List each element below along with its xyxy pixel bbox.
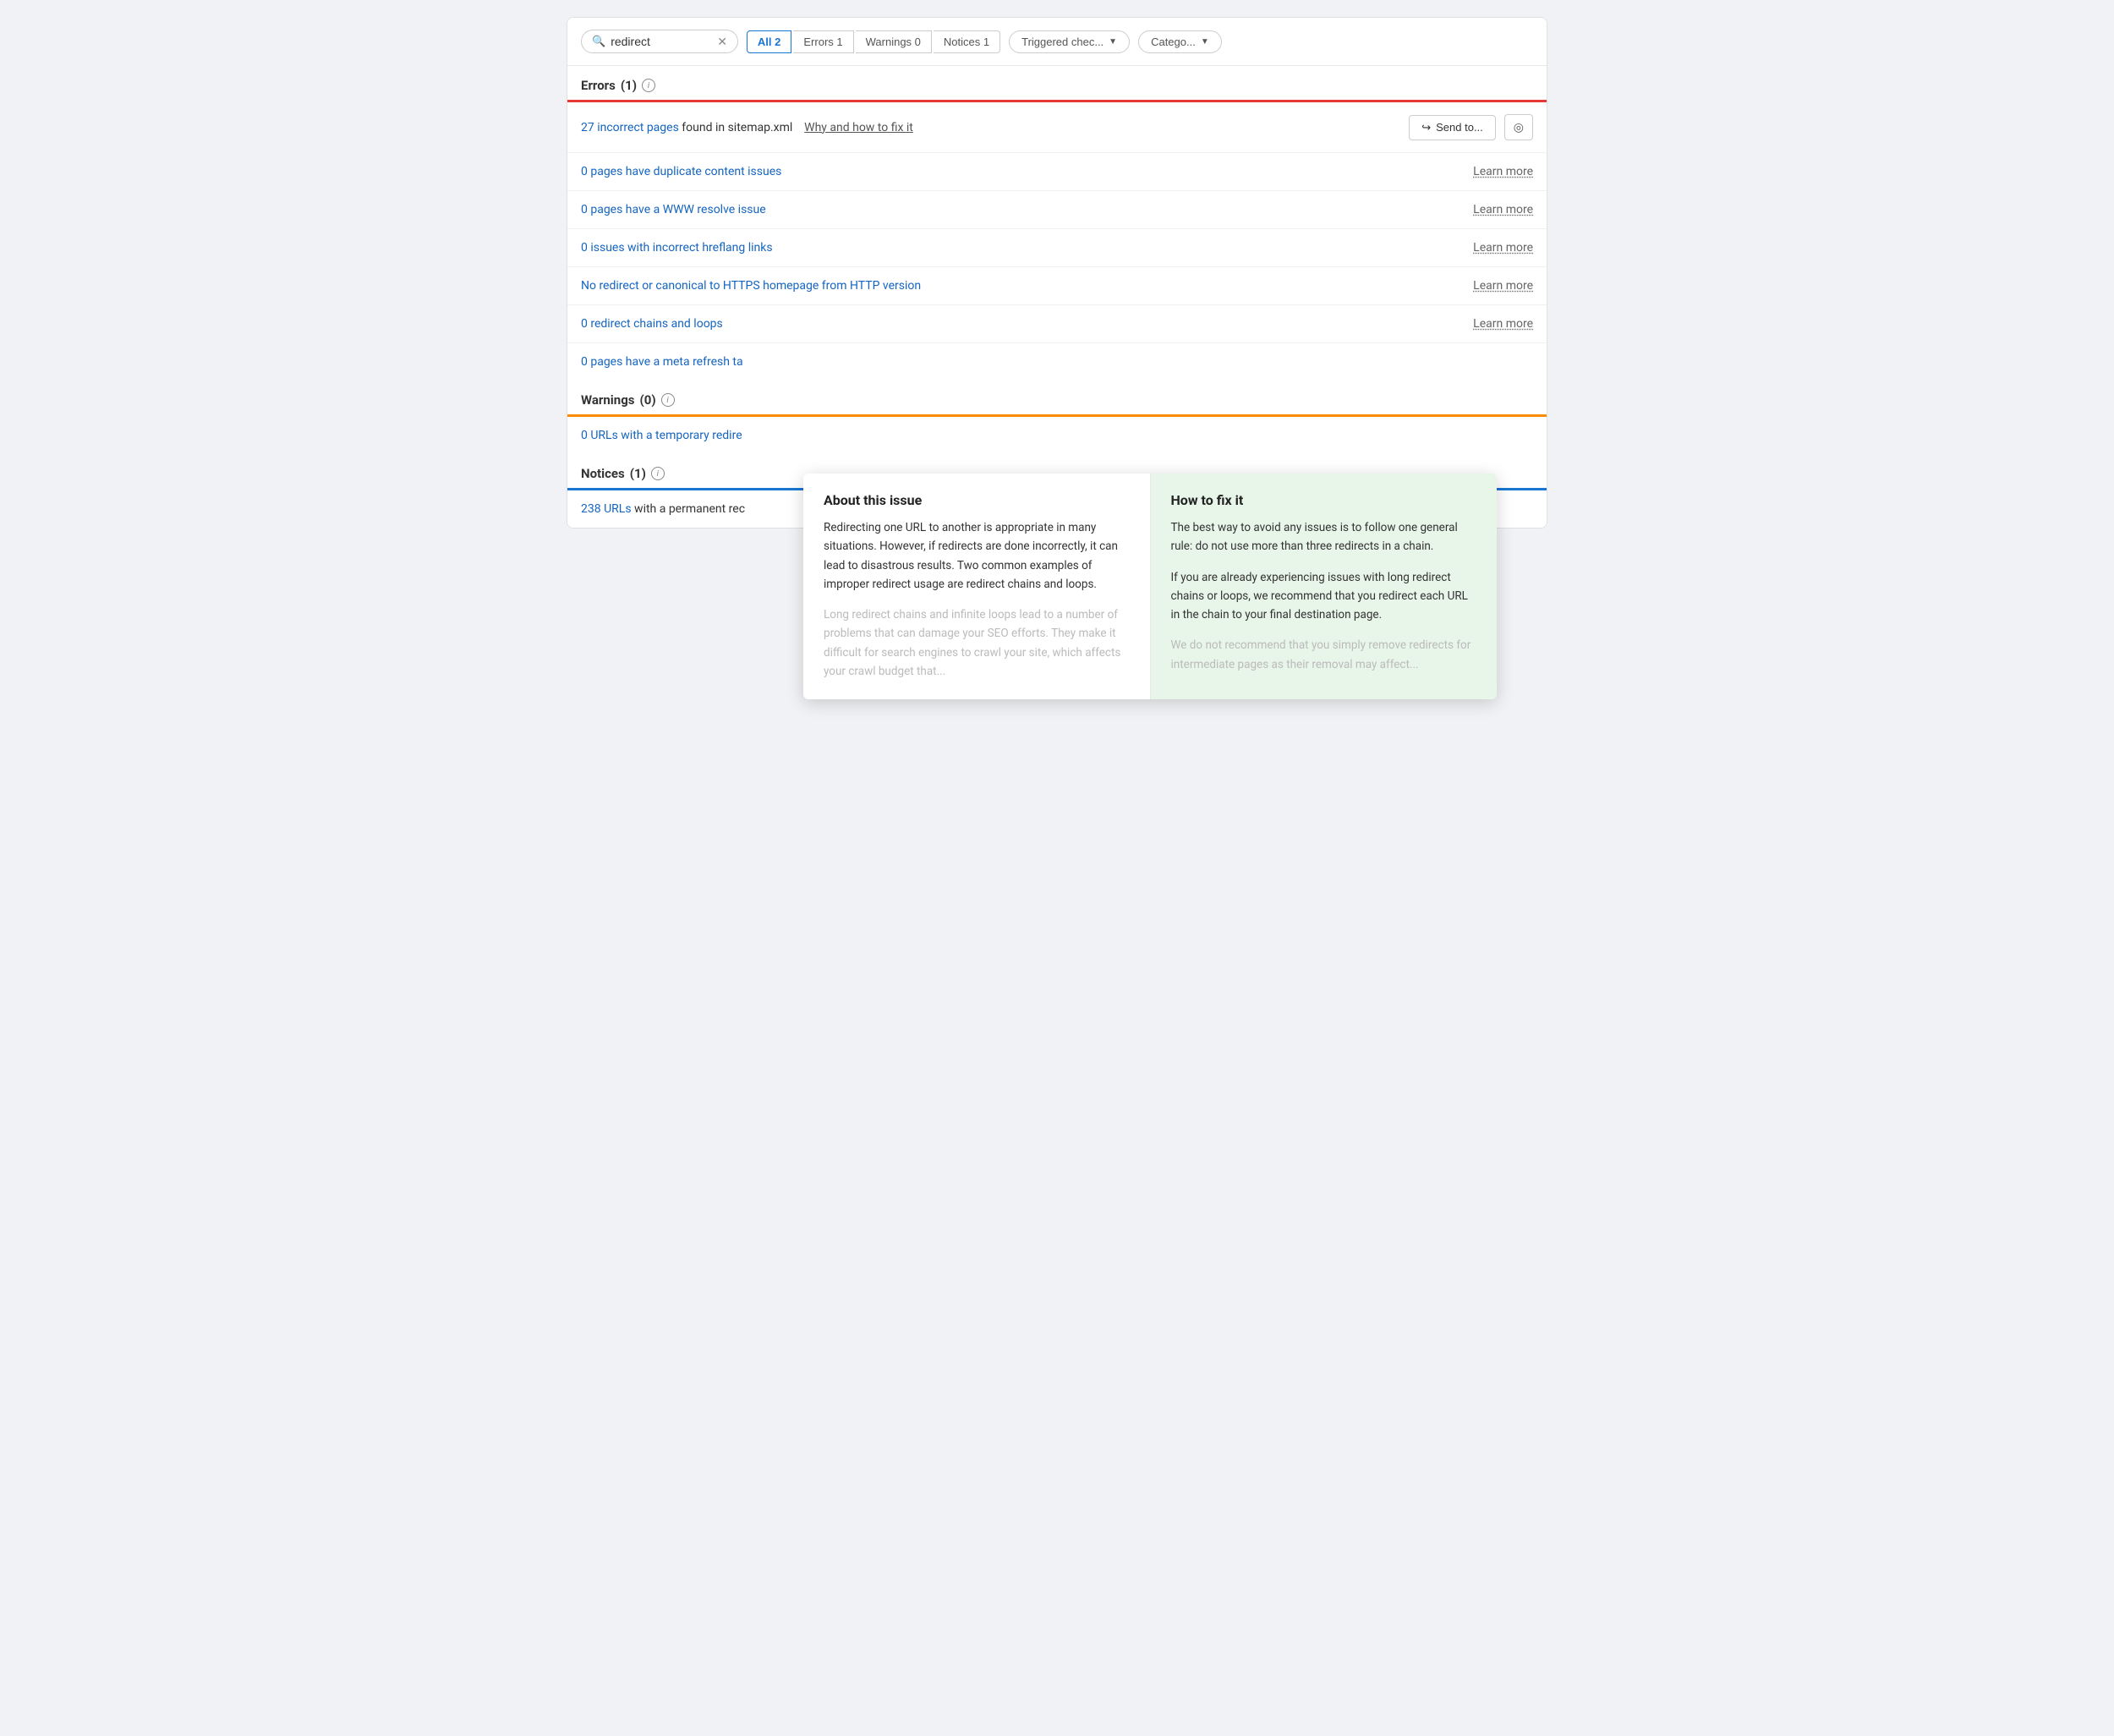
learn-more-www[interactable]: Learn more <box>1473 203 1533 216</box>
notices-count: (1) <box>630 466 646 481</box>
tab-warnings[interactable]: Warnings 0 <box>856 30 932 53</box>
search-icon: 🔍 <box>592 36 605 48</box>
issue-row-www: 0 pages have a WWW resolve issue Learn m… <box>567 191 1547 229</box>
popup-right-panel: How to fix it The best way to avoid any … <box>1151 474 1498 699</box>
tab-notices[interactable]: Notices 1 <box>934 30 1000 53</box>
www-resolve-link[interactable]: 0 pages have a WWW resolve issue <box>581 203 766 216</box>
warnings-title: Warnings <box>581 392 634 408</box>
popup-about-text: Redirecting one URL to another is approp… <box>824 518 1130 681</box>
meta-refresh-link[interactable]: 0 pages have a meta refresh ta <box>581 355 743 369</box>
chevron-down-icon: ▼ <box>1109 37 1117 47</box>
triggered-checks-label: Triggered chec... <box>1021 36 1104 48</box>
warnings-count: (0) <box>639 392 655 408</box>
notices-title: Notices <box>581 466 625 481</box>
chevron-down-icon: ▼ <box>1201 37 1209 47</box>
issue-row-hreflang: 0 issues with incorrect hreflang links L… <box>567 229 1547 267</box>
warnings-section-header: Warnings (0) i <box>567 381 1547 414</box>
issue-row-redirect-chains: 0 redirect chains and loops Learn more <box>567 305 1547 343</box>
issue-popup: About this issue Redirecting one URL to … <box>803 474 1497 699</box>
filter-tabs: All 2 Errors 1 Warnings 0 Notices 1 <box>747 30 1000 53</box>
popup-fix-title: How to fix it <box>1171 492 1477 508</box>
warnings-section: Warnings (0) i 0 URLs with a temporary r… <box>567 381 1547 454</box>
permanent-redirect-link[interactable]: 238 URLs <box>581 502 632 516</box>
errors-title: Errors <box>581 78 616 93</box>
clear-search-button[interactable]: ✕ <box>717 36 727 47</box>
learn-more-redirect-chains[interactable]: Learn more <box>1473 317 1533 331</box>
error-row-sitemap: 27 incorrect pages found in sitemap.xml … <box>567 102 1547 153</box>
errors-count: (1) <box>621 78 637 93</box>
permanent-redirect-suffix: with a permanent rec <box>634 502 745 516</box>
notices-info-icon[interactable]: i <box>651 467 665 480</box>
category-label: Catego... <box>1151 36 1196 48</box>
popup-fix-text: The best way to avoid any issues is to f… <box>1171 518 1477 674</box>
issue-row-https: No redirect or canonical to HTTPS homepa… <box>567 267 1547 305</box>
error-row-suffix: found in sitemap.xml <box>682 121 792 134</box>
triggered-checks-dropdown[interactable]: Triggered chec... ▼ <box>1009 30 1130 53</box>
search-input[interactable] <box>611 35 712 48</box>
learn-more-https[interactable]: Learn more <box>1473 279 1533 293</box>
why-fix-link[interactable]: Why and how to fix it <box>804 121 913 134</box>
temp-redirect-link[interactable]: 0 URLs with a temporary redire <box>581 429 742 442</box>
errors-section-header: Errors (1) i <box>567 66 1547 100</box>
learn-more-duplicate[interactable]: Learn more <box>1473 165 1533 178</box>
send-redirect-icon: ↪ <box>1421 121 1431 134</box>
tab-errors[interactable]: Errors 1 <box>793 30 853 53</box>
https-redirect-link[interactable]: No redirect or canonical to HTTPS homepa… <box>581 279 921 293</box>
incorrect-pages-link[interactable]: 27 incorrect pages <box>581 121 679 134</box>
popup-about-title: About this issue <box>824 492 1130 508</box>
send-to-button[interactable]: ↪ Send to... <box>1409 115 1496 140</box>
errors-section: Errors (1) i 27 incorrect pages found in… <box>567 66 1547 381</box>
tab-all[interactable]: All 2 <box>747 30 791 53</box>
issue-row-duplicate: 0 pages have duplicate content issues Le… <box>567 153 1547 191</box>
eye-icon: ◎ <box>1514 120 1524 134</box>
eye-button[interactable]: ◎ <box>1504 114 1533 140</box>
send-to-label: Send to... <box>1436 121 1483 134</box>
errors-info-icon[interactable]: i <box>642 79 655 92</box>
error-row-text: 27 incorrect pages found in sitemap.xml … <box>581 121 1400 134</box>
learn-more-hreflang[interactable]: Learn more <box>1473 241 1533 255</box>
category-dropdown[interactable]: Catego... ▼ <box>1138 30 1222 53</box>
popup-left-panel: About this issue Redirecting one URL to … <box>803 474 1151 699</box>
hreflang-link[interactable]: 0 issues with incorrect hreflang links <box>581 241 773 255</box>
search-box: 🔍 ✕ <box>581 30 738 53</box>
top-bar: 🔍 ✕ All 2 Errors 1 Warnings 0 Notices 1 … <box>567 18 1547 66</box>
redirect-chains-link[interactable]: 0 redirect chains and loops <box>581 317 723 331</box>
issue-row-meta-refresh: 0 pages have a meta refresh ta <box>567 343 1547 381</box>
duplicate-content-link[interactable]: 0 pages have duplicate content issues <box>581 165 781 178</box>
warnings-info-icon[interactable]: i <box>661 393 675 407</box>
issue-row-temp-redirect: 0 URLs with a temporary redire <box>567 417 1547 454</box>
